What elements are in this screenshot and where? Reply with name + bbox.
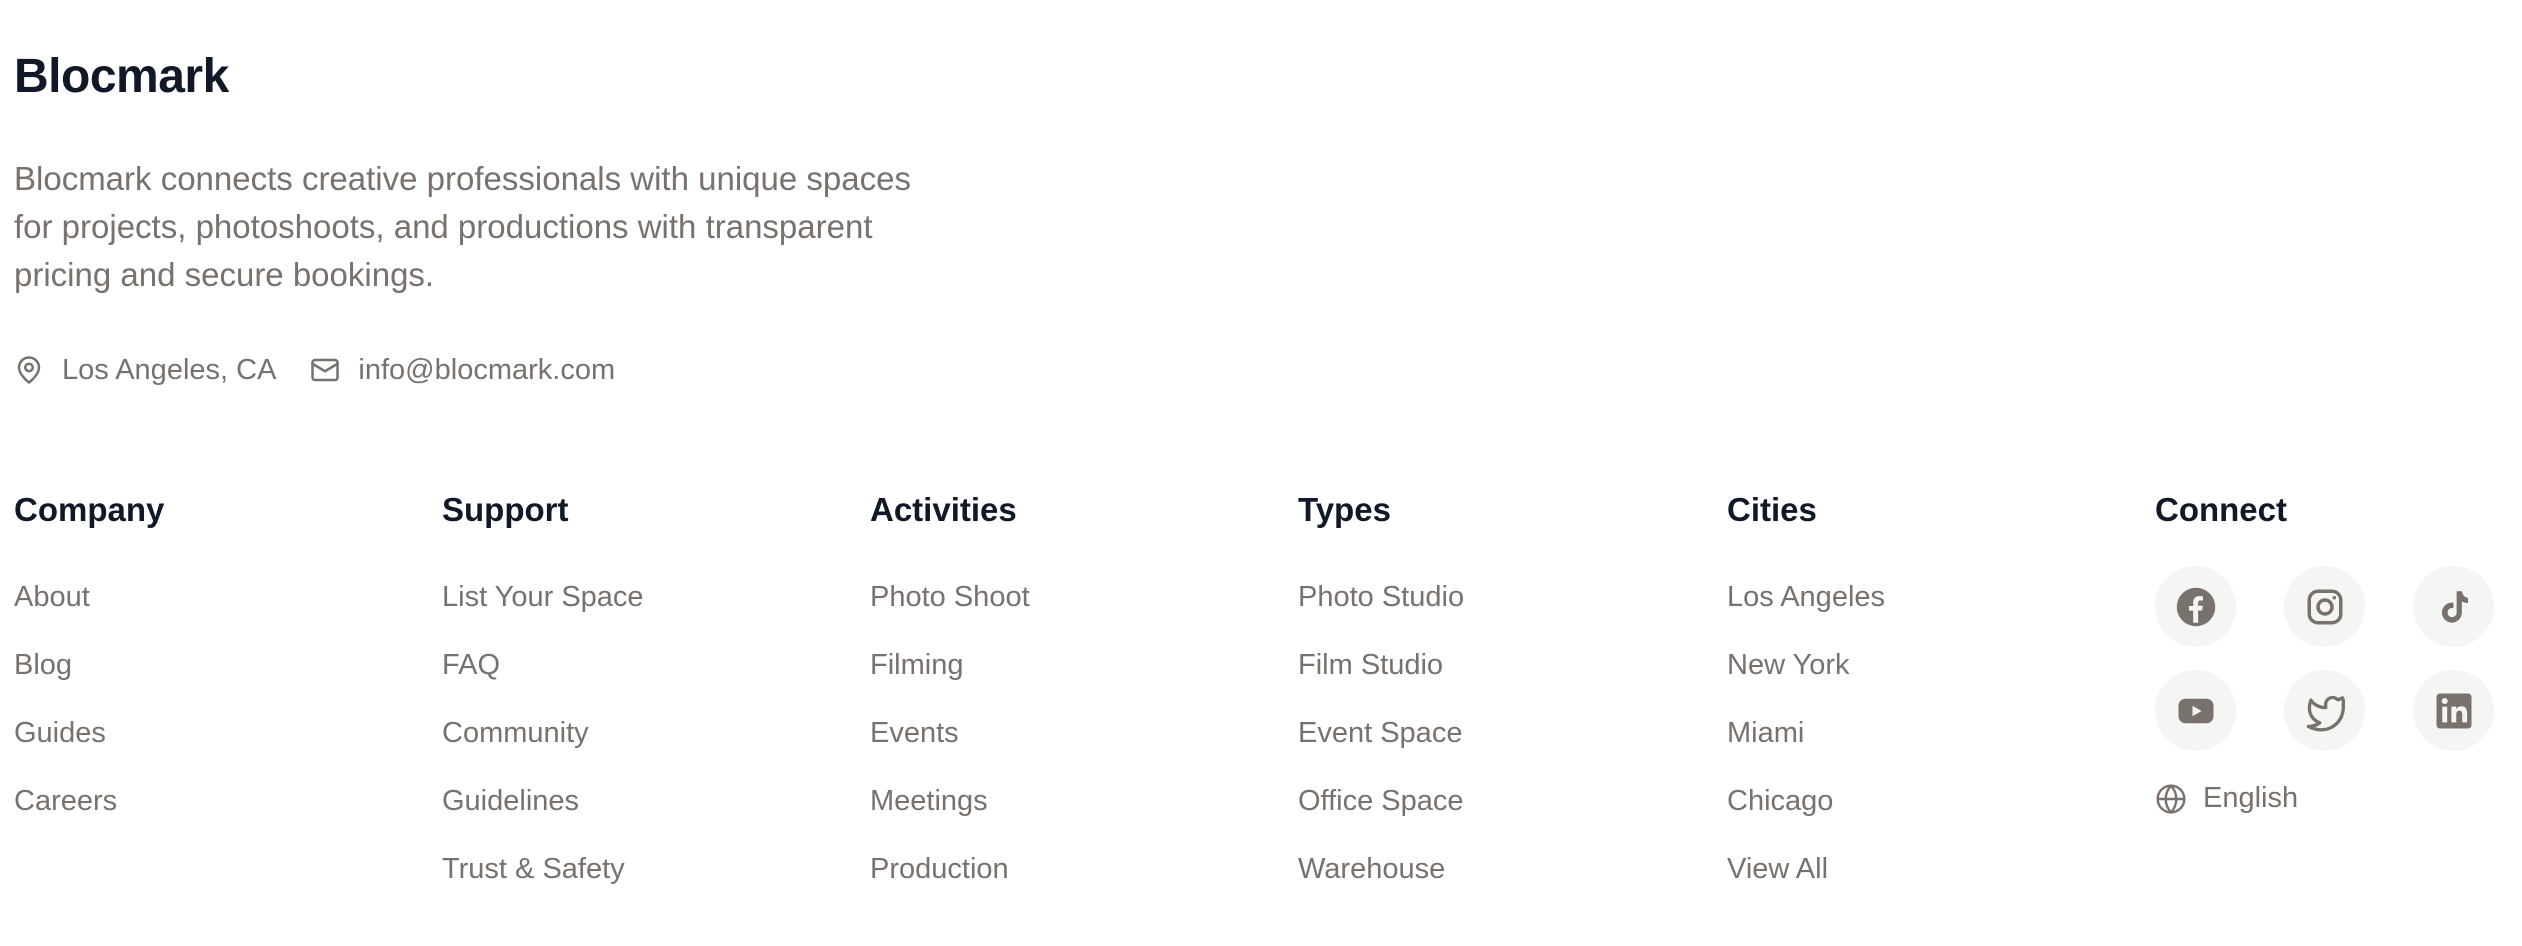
- footer-link-blog[interactable]: Blog: [14, 646, 164, 684]
- footer-link-community[interactable]: Community: [442, 714, 644, 752]
- footer-link-about[interactable]: About: [14, 578, 164, 616]
- youtube-link[interactable]: [2155, 670, 2236, 751]
- footer-link-new-york[interactable]: New York: [1727, 646, 1885, 684]
- column-title-connect: Connect: [2155, 491, 2287, 528]
- mail-icon: [311, 358, 340, 382]
- instagram-link[interactable]: [2284, 566, 2365, 647]
- footer-link-chicago[interactable]: Chicago: [1727, 782, 1885, 820]
- column-title-activities: Activities: [870, 491, 1017, 528]
- footer-column-company: Company About Blog Guides Careers: [14, 488, 164, 850]
- link-list-types: Photo Studio Film Studio Event Space Off…: [1298, 578, 1464, 888]
- language-selector[interactable]: English: [2155, 782, 2298, 815]
- instagram-icon: [2307, 589, 2342, 624]
- column-title-cities: Cities: [1727, 491, 1817, 528]
- footer-link-view-all[interactable]: View All: [1727, 850, 1885, 888]
- column-title-support: Support: [442, 491, 569, 528]
- link-list-activities: Photo Shoot Filming Events Meetings Prod…: [870, 578, 1030, 888]
- site-footer: Blocmark Blocmark connects creative prof…: [14, 0, 2508, 946]
- linkedin-icon: [2436, 693, 2471, 728]
- tiktok-link[interactable]: [2413, 566, 2494, 647]
- footer-column-activities: Activities Photo Shoot Filming Events Me…: [870, 488, 1030, 918]
- linkedin-link[interactable]: [2413, 670, 2494, 751]
- footer-link-miami[interactable]: Miami: [1727, 714, 1885, 752]
- brand-description: Blocmark connects creative professionals…: [14, 160, 911, 293]
- facebook-link[interactable]: [2155, 566, 2236, 647]
- contact-email[interactable]: info@blocmark.com: [310, 354, 615, 387]
- link-list-company: About Blog Guides Careers: [14, 578, 164, 820]
- youtube-icon: [2178, 698, 2213, 723]
- footer-column-connect: Connect: [2155, 488, 2287, 532]
- brand-logo-text[interactable]: Blocmark: [14, 45, 229, 109]
- footer-column-types: Types Photo Studio Film Studio Event Spa…: [1298, 488, 1464, 918]
- footer-link-filming[interactable]: Filming: [870, 646, 1030, 684]
- footer-link-los-angeles[interactable]: Los Angeles: [1727, 578, 1885, 616]
- footer-link-warehouse[interactable]: Warehouse: [1298, 850, 1464, 888]
- column-title-company: Company: [14, 491, 165, 528]
- twitter-icon: [2306, 695, 2345, 731]
- map-pin-icon: [17, 356, 41, 384]
- footer-link-photo-shoot[interactable]: Photo Shoot: [870, 578, 1030, 616]
- language-label[interactable]: English: [2203, 782, 2298, 815]
- footer-link-office-space[interactable]: Office Space: [1298, 782, 1464, 820]
- email-link[interactable]: info@blocmark.com: [358, 354, 615, 387]
- footer-link-production[interactable]: Production: [870, 850, 1030, 888]
- footer-column-support: Support List Your Space FAQ Community Gu…: [442, 488, 644, 918]
- footer-link-photo-studio[interactable]: Photo Studio: [1298, 578, 1464, 616]
- footer-link-guides[interactable]: Guides: [14, 714, 164, 752]
- tiktok-icon: [2441, 590, 2468, 623]
- footer-link-faq[interactable]: FAQ: [442, 646, 644, 684]
- facebook-icon: [2176, 587, 2215, 626]
- link-list-support: List Your Space FAQ Community Guidelines…: [442, 578, 644, 888]
- footer-link-trust-safety[interactable]: Trust & Safety: [442, 850, 644, 888]
- footer-link-events[interactable]: Events: [870, 714, 1030, 752]
- twitter-link[interactable]: [2284, 670, 2365, 751]
- contact-info: Los Angeles, CA info@blocmark.com: [14, 348, 649, 392]
- column-title-types: Types: [1298, 491, 1391, 528]
- location-text: Los Angeles, CA: [62, 353, 277, 386]
- footer-link-meetings[interactable]: Meetings: [870, 782, 1030, 820]
- link-list-cities: Los Angeles New York Miami Chicago View …: [1727, 578, 1885, 888]
- footer-link-guidelines[interactable]: Guidelines: [442, 782, 644, 820]
- footer-column-cities: Cities Los Angeles New York Miami Chicag…: [1727, 488, 1885, 918]
- globe-icon: [2156, 783, 2186, 814]
- contact-location: Los Angeles, CA: [14, 354, 276, 387]
- footer-link-careers[interactable]: Careers: [14, 782, 164, 820]
- footer-link-film-studio[interactable]: Film Studio: [1298, 646, 1464, 684]
- footer-link-event-space[interactable]: Event Space: [1298, 714, 1464, 752]
- footer-link-list-your-space[interactable]: List Your Space: [442, 578, 644, 616]
